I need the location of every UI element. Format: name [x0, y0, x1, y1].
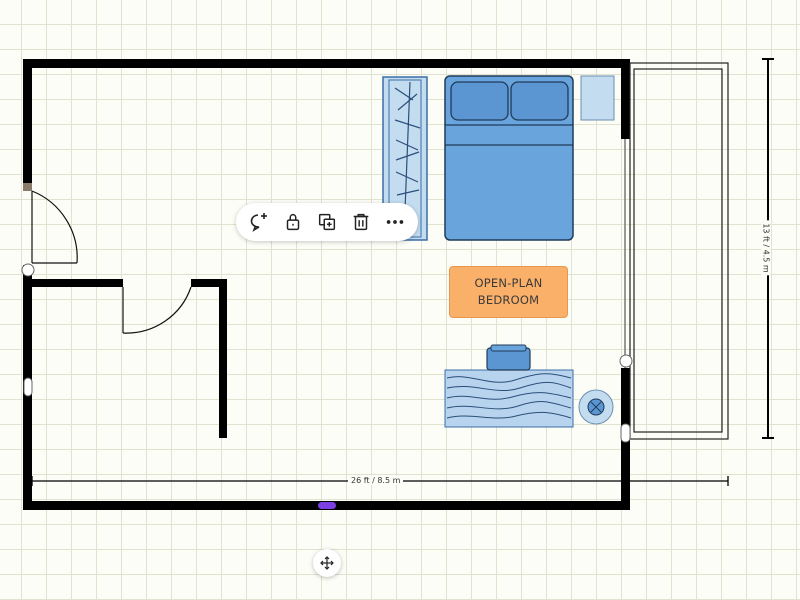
desk-chair[interactable]	[486, 344, 531, 371]
wall-top[interactable]	[23, 59, 630, 68]
copy-plus-icon	[318, 213, 336, 231]
bed[interactable]	[444, 75, 574, 241]
handle-left[interactable]	[21, 263, 35, 277]
padlock-icon	[286, 214, 300, 231]
interior-wall-vertical[interactable]	[219, 279, 227, 438]
add-comment-button[interactable]	[245, 208, 273, 236]
room-label-line2: BEDROOM	[477, 293, 540, 307]
move-arrows-icon	[320, 556, 334, 570]
context-toolbar	[236, 203, 418, 241]
entry-door[interactable]	[23, 183, 78, 264]
width-dimension-label: 26 ft / 8.5 m	[348, 476, 404, 485]
duplicate-button[interactable]	[313, 208, 341, 236]
delete-button[interactable]	[347, 208, 375, 236]
glass-wall[interactable]	[624, 62, 729, 440]
handle-bottom[interactable]	[318, 502, 336, 509]
speech-bubble-plus-icon	[250, 213, 267, 232]
interior-wall-top-left[interactable]	[23, 279, 123, 287]
trash-icon	[353, 213, 369, 231]
handle-right-mid[interactable]	[620, 423, 631, 443]
floor-plan[interactable]	[0, 0, 800, 600]
pillow-left	[450, 81, 509, 121]
room-label-line1: OPEN-PLAN	[474, 276, 543, 290]
wall-right-upper[interactable]	[621, 59, 630, 139]
lock-button[interactable]	[279, 208, 307, 236]
pillow-right	[510, 81, 569, 121]
desk[interactable]	[444, 369, 574, 428]
wall-left-upper[interactable]	[23, 59, 32, 189]
height-dimension-label: 13 ft / 4.5 m	[761, 220, 771, 276]
room-label[interactable]: OPEN-PLAN BEDROOM	[449, 266, 568, 318]
inner-door[interactable]	[122, 286, 192, 334]
potted-plant[interactable]	[578, 389, 614, 425]
handle-left-mid[interactable]	[23, 377, 33, 397]
more-options-button[interactable]	[381, 208, 409, 236]
nightstand[interactable]	[580, 75, 615, 121]
ellipsis-icon	[386, 220, 404, 224]
handle-right[interactable]	[619, 354, 633, 368]
move-handle[interactable]	[313, 549, 341, 577]
